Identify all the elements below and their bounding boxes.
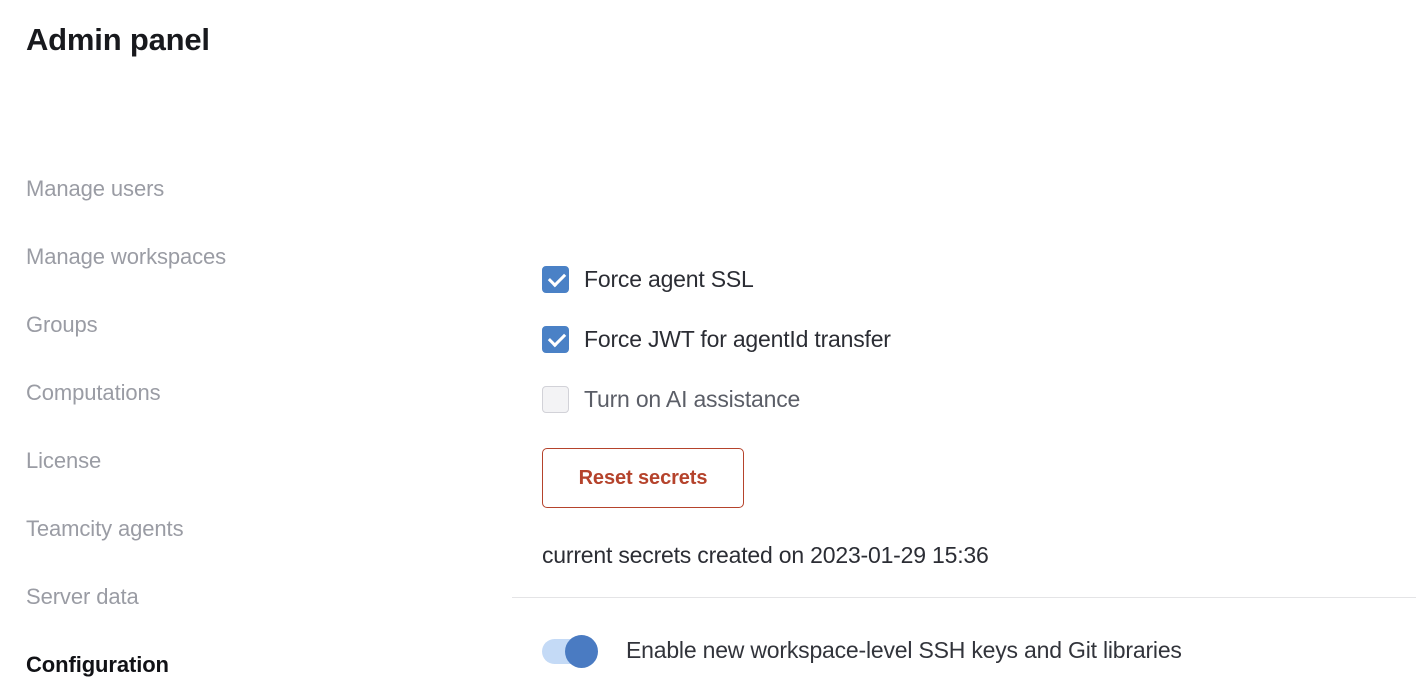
sidebar-item-license[interactable]: License	[26, 427, 466, 495]
sidebar-item-label: Configuration	[26, 652, 169, 677]
sidebar-item-label: Manage users	[26, 176, 165, 201]
page-title: Admin panel	[26, 22, 210, 57]
checkbox-turn-on-ai-assistance[interactable]	[542, 386, 569, 413]
sidebar-item-label: Teamcity agents	[26, 516, 184, 541]
sidebar-item-computations[interactable]: Computations	[26, 359, 466, 427]
toggle-knob	[565, 635, 598, 668]
checkbox-row-turn-on-ai-assistance[interactable]: Turn on AI assistance	[542, 386, 800, 413]
checkbox-row-force-jwt-agentid[interactable]: Force JWT for agentId transfer	[542, 326, 891, 353]
sidebar-item-configuration[interactable]: Configuration	[26, 631, 466, 699]
sidebar-item-teamcity-agents[interactable]: Teamcity agents	[26, 495, 466, 563]
checkbox-force-agent-ssl[interactable]	[542, 266, 569, 293]
checkbox-label: Turn on AI assistance	[584, 386, 801, 412]
checkbox-label: Force JWT for agentId transfer	[584, 326, 891, 352]
sidebar-item-server-data[interactable]: Server data	[26, 563, 466, 631]
sidebar-item-label: Computations	[26, 380, 161, 405]
sidebar-item-label: License	[26, 448, 102, 473]
sidebar-nav: Manage users Manage workspaces Groups Co…	[26, 155, 466, 699]
sidebar-item-label: Groups	[26, 312, 98, 337]
sidebar-item-label: Manage workspaces	[26, 244, 227, 269]
reset-secrets-button[interactable]: Reset secrets	[542, 448, 744, 508]
sidebar-item-label: Server data	[26, 584, 139, 609]
sidebar-item-manage-users[interactable]: Manage users	[26, 155, 466, 223]
checkbox-label: Force agent SSL	[584, 266, 754, 292]
configuration-panel: Force agent SSL Force JWT for agentId tr…	[512, 0, 1416, 694]
section-divider	[512, 597, 1416, 598]
toggle-row-workspace-ssh-keys[interactable]: Enable new workspace-level SSH keys and …	[542, 628, 1182, 672]
sidebar-item-manage-workspaces[interactable]: Manage workspaces	[26, 223, 466, 291]
toggle-switch-workspace-ssh-keys[interactable]	[542, 628, 598, 672]
checkbox-force-jwt-agentid[interactable]	[542, 326, 569, 353]
toggle-label: Enable new workspace-level SSH keys and …	[626, 637, 1182, 663]
checkbox-row-force-agent-ssl[interactable]: Force agent SSL	[542, 266, 754, 293]
secrets-created-note: current secrets created on 2023-01-29 15…	[542, 542, 989, 568]
sidebar-item-groups[interactable]: Groups	[26, 291, 466, 359]
